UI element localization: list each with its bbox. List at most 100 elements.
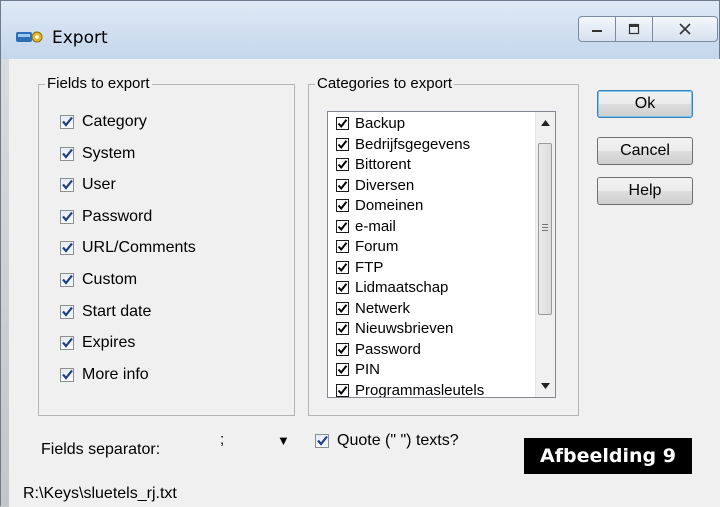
- category-checkbox[interactable]: [336, 363, 349, 376]
- checkmark-icon: [62, 148, 73, 159]
- checkmark-icon: [62, 211, 73, 222]
- category-label: Password: [355, 340, 421, 358]
- checkmark-icon: [62, 116, 73, 127]
- field-option[interactable]: URL/Comments: [60, 238, 196, 258]
- field-option[interactable]: Start date: [60, 302, 151, 322]
- category-label: Lidmaatschap: [355, 279, 449, 296]
- minimize-button[interactable]: [578, 16, 616, 42]
- category-item[interactable]: Backup: [336, 115, 405, 132]
- category-checkbox[interactable]: [336, 137, 349, 151]
- checkmark-icon: [337, 324, 348, 334]
- category-checkbox[interactable]: [336, 281, 349, 294]
- window-title: Export: [52, 28, 108, 48]
- field-label: More info: [82, 366, 149, 383]
- field-checkbox[interactable]: [60, 210, 74, 224]
- dropdown-arrow-icon: ▼: [277, 433, 290, 448]
- maximize-button[interactable]: [615, 16, 653, 42]
- export-file-path: R:\Keys\sluetels_rj.txt: [23, 485, 177, 502]
- field-option[interactable]: System: [60, 144, 135, 164]
- checkmark-icon: [337, 160, 348, 170]
- category-item[interactable]: Bittorent: [336, 156, 411, 173]
- field-option[interactable]: User: [60, 175, 116, 195]
- separator-value: ;: [220, 431, 225, 448]
- category-checkbox[interactable]: [336, 260, 349, 274]
- category-item[interactable]: Nieuwsbrieven: [336, 320, 453, 337]
- field-option[interactable]: Category: [60, 112, 147, 132]
- checkmark-icon: [337, 365, 348, 375]
- category-item[interactable]: PIN: [336, 361, 380, 378]
- category-item[interactable]: Netwerk: [336, 300, 410, 317]
- checkmark-icon: [337, 139, 348, 149]
- scroll-thumb[interactable]: [538, 143, 552, 315]
- scroll-up-arrow[interactable]: [536, 114, 555, 132]
- thumb-grip-line: [542, 230, 548, 231]
- checkmark-icon: [337, 344, 348, 354]
- categories-scrollbar[interactable]: [535, 112, 555, 397]
- checkmark-icon: [337, 262, 348, 272]
- field-checkbox[interactable]: [60, 241, 74, 255]
- field-checkbox[interactable]: [60, 336, 74, 350]
- checkmark-icon: [317, 435, 328, 446]
- field-label: Category: [82, 113, 147, 130]
- checkmark-icon: [337, 201, 348, 211]
- checkmark-icon: [337, 180, 348, 190]
- category-item[interactable]: Lidmaatschap: [336, 279, 448, 296]
- field-option[interactable]: Custom: [60, 270, 137, 290]
- category-checkbox[interactable]: [336, 240, 349, 253]
- field-option[interactable]: More info: [60, 365, 149, 385]
- category-checkbox[interactable]: [336, 322, 349, 335]
- category-checkbox[interactable]: [336, 301, 349, 315]
- field-checkbox[interactable]: [60, 368, 74, 382]
- category-checkbox[interactable]: [336, 158, 349, 171]
- category-checkbox[interactable]: [336, 219, 349, 233]
- cancel-button[interactable]: Cancel: [597, 137, 693, 165]
- fields-separator-select[interactable]: ; ▼: [217, 429, 299, 455]
- category-checkbox[interactable]: [336, 199, 349, 212]
- scroll-down-arrow[interactable]: [536, 377, 555, 395]
- category-label: Domeinen: [355, 197, 424, 214]
- category-checkbox[interactable]: [336, 342, 349, 356]
- category-label: e-mail: [355, 217, 396, 235]
- category-item[interactable]: Programmasleutels: [336, 382, 484, 397]
- close-icon: [679, 23, 691, 35]
- field-checkbox[interactable]: [60, 147, 74, 161]
- categories-listbox[interactable]: Backup Bedrijfsgegevens Bittorent Diversen D…: [327, 111, 556, 398]
- category-item[interactable]: Bedrijfsgegevens: [336, 136, 470, 153]
- category-item[interactable]: Diversen: [336, 177, 414, 194]
- field-option[interactable]: Expires: [60, 333, 135, 353]
- category-item[interactable]: Forum: [336, 238, 398, 255]
- field-checkbox[interactable]: [60, 115, 74, 129]
- quote-texts-checkbox[interactable]: [315, 434, 329, 448]
- field-checkbox[interactable]: [60, 178, 74, 192]
- field-checkbox[interactable]: [60, 305, 74, 319]
- category-checkbox[interactable]: [336, 383, 349, 397]
- field-label: Start date: [82, 303, 152, 320]
- field-option[interactable]: Password: [60, 207, 152, 227]
- chevron-up-icon: [541, 120, 550, 126]
- category-checkbox[interactable]: [336, 117, 349, 130]
- ok-button[interactable]: Ok: [597, 90, 693, 118]
- field-checkbox[interactable]: [60, 273, 74, 287]
- category-checkbox[interactable]: [336, 178, 349, 192]
- quote-texts-option[interactable]: Quote (" ") texts?: [315, 431, 459, 451]
- category-label: Bittorent: [355, 156, 411, 173]
- category-item[interactable]: FTP: [336, 259, 383, 276]
- chevron-down-icon: [541, 383, 550, 389]
- field-label: Expires: [82, 334, 136, 351]
- help-button[interactable]: Help: [597, 177, 693, 205]
- checkmark-icon: [337, 303, 348, 313]
- checkmark-icon: [62, 179, 73, 190]
- field-label: Custom: [82, 271, 138, 288]
- thumb-grip-line: [542, 227, 548, 228]
- title-bar[interactable]: Export: [1, 1, 719, 59]
- quote-texts-label: Quote (" ") texts?: [337, 432, 459, 449]
- category-item[interactable]: Password: [336, 341, 421, 358]
- export-dialog: Export Fields to export Category System Us…: [0, 0, 720, 507]
- category-item[interactable]: Domeinen: [336, 197, 423, 214]
- checkmark-icon: [337, 283, 348, 293]
- close-button[interactable]: [652, 16, 718, 42]
- checkmark-icon: [62, 242, 73, 253]
- checkmark-icon: [62, 369, 73, 380]
- category-item[interactable]: e-mail: [336, 218, 396, 235]
- category-label: Diversen: [355, 176, 415, 194]
